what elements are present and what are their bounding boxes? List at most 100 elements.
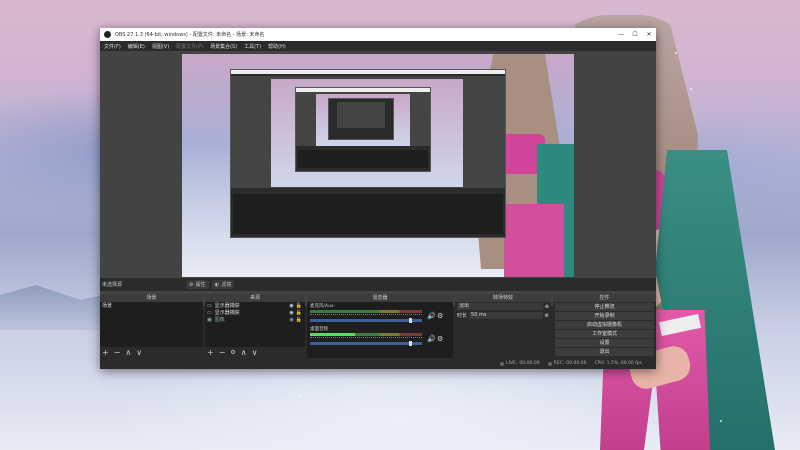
audio-mixer-dock: 混音器 麦克风/Aux 🔊 ⚙ 桌面音频 🔊 ⚙ xyxy=(307,294,453,358)
exit-button[interactable]: 退出 xyxy=(555,348,654,356)
window-title: OBS 27.1.3 (64-bit, windows) - 配置文件: 未命名… xyxy=(115,32,265,38)
gear-icon[interactable]: ⚙ xyxy=(437,335,443,343)
transitions-dock: 转场特效 淡出 ⊕ 时长 50 ms ⚙ xyxy=(455,294,551,358)
settings-button[interactable]: 设置 xyxy=(555,339,654,347)
no-source-selected-label: 未选择源 xyxy=(102,282,123,288)
monitor-icon: ▭ xyxy=(207,309,212,316)
remove-scene-icon[interactable]: − xyxy=(114,348,121,357)
sources-dock-title: 来源 xyxy=(205,294,305,302)
volume-meter xyxy=(310,333,422,336)
duration-row: 时长 50 ms ⚙ xyxy=(455,311,551,320)
menu-edit[interactable]: 编辑(E) xyxy=(128,43,145,50)
gear-icon[interactable]: ⚙ xyxy=(437,312,443,320)
filter-icon: ◐ xyxy=(215,281,220,288)
source-item[interactable]: ▣ 图像 ◉ 🔓 xyxy=(205,316,305,324)
source-toolbar: 未选择源 ⚙ 属性 ◐ 滤镜 xyxy=(100,278,656,291)
gear-icon: ⚙ xyxy=(189,281,194,288)
lock-icon[interactable]: 🔓 xyxy=(296,310,302,316)
duration-input[interactable]: 50 ms xyxy=(469,312,543,319)
nested-obs-window-2 xyxy=(295,87,431,172)
track-name: 桌面音频 xyxy=(310,327,328,332)
menu-view[interactable]: 视图(V) xyxy=(152,43,169,50)
speaker-icon[interactable]: 🔊 xyxy=(427,335,436,343)
stop-streaming-button[interactable]: 停止推流 xyxy=(555,303,654,311)
scenes-dock-title: 场景 xyxy=(100,294,203,302)
sources-list[interactable]: ▭ 显示器捕获 ◉ 🔓 ▭ 显示器捕获 ◉ 🔓 ▣ 图像 ◉ 🔓 xyxy=(205,302,305,347)
scenes-dock: 场景 场景 + − ∧ ∨ xyxy=(100,294,203,358)
meter-ticks xyxy=(310,337,422,341)
sparkle xyxy=(675,52,677,54)
rec-time: 00:00:00 xyxy=(566,361,587,366)
menu-help[interactable]: 帮助(H) xyxy=(268,43,286,50)
status-bar: LIVE: 00:00:00 REC: 00:00:00 CPU: 1.5%, … xyxy=(100,358,656,369)
move-down-icon[interactable]: ∨ xyxy=(136,348,142,357)
speaker-icon[interactable]: 🔊 xyxy=(427,312,436,320)
eye-icon[interactable]: ◉ xyxy=(289,303,293,309)
plus-icon[interactable]: ⊕ xyxy=(545,304,549,310)
add-scene-icon[interactable]: + xyxy=(102,348,109,357)
nested-docks xyxy=(233,194,503,234)
close-button[interactable]: ✕ xyxy=(642,31,656,38)
obs-window: OBS 27.1.3 (64-bit, windows) - 配置文件: 未命名… xyxy=(100,28,656,369)
slider-handle[interactable] xyxy=(409,341,412,346)
preview-area xyxy=(100,51,656,306)
nested-docks-2 xyxy=(298,150,428,168)
start-recording-button[interactable]: 开始录制 xyxy=(555,312,654,320)
menu-scene-collection[interactable]: 场景集合(S) xyxy=(210,43,237,50)
lock-icon[interactable]: 🔓 xyxy=(296,317,302,323)
volume-slider[interactable] xyxy=(310,318,422,323)
eye-icon[interactable]: ◉ xyxy=(289,317,293,323)
nested-preview-canvas-2 xyxy=(316,94,410,146)
move-up-icon[interactable]: ∧ xyxy=(125,348,131,357)
menu-bar: 文件(F) 编辑(E) 视图(V) 配置文件(P) 场景集合(S) 工具(T) … xyxy=(100,41,656,51)
move-down-icon[interactable]: ∨ xyxy=(252,348,258,357)
controls-dock: 控件 停止推流 开始录制 启动虚拟摄像机 工作室模式 设置 退出 xyxy=(553,294,656,358)
mixer-track: 桌面音频 🔊 ⚙ xyxy=(310,326,450,346)
scene-item[interactable]: 场景 xyxy=(100,302,203,309)
nested-preview-area-3 xyxy=(337,102,385,128)
gear-icon[interactable]: ⚙ xyxy=(230,348,235,357)
menu-profile[interactable]: 配置文件(P) xyxy=(176,43,203,50)
scenes-list[interactable]: 场景 xyxy=(100,302,203,347)
transitions-title: 转场特效 xyxy=(455,294,551,302)
image-icon: ▣ xyxy=(207,316,212,323)
source-item-label: 显示器捕获 xyxy=(214,310,240,316)
title-bar[interactable]: OBS 27.1.3 (64-bit, windows) - 配置文件: 未命名… xyxy=(100,28,656,41)
filters-button[interactable]: ◐ 滤镜 xyxy=(212,280,235,289)
controls-title: 控件 xyxy=(553,294,656,302)
rec-label: REC: xyxy=(553,361,565,366)
lock-icon[interactable]: 🔓 xyxy=(296,303,302,309)
scenes-toolbar: + − ∧ ∨ xyxy=(102,348,142,357)
gear-icon[interactable]: ⚙ xyxy=(545,313,549,319)
nested-obs-window xyxy=(230,69,506,238)
cpu-status: CPU: 1.5%, 60.00 fps xyxy=(595,361,643,366)
slider-handle[interactable] xyxy=(409,318,412,323)
remove-source-icon[interactable]: − xyxy=(219,348,226,357)
meter-ticks xyxy=(310,314,422,318)
minimize-button[interactable]: — xyxy=(614,31,628,38)
studio-mode-button[interactable]: 工作室模式 xyxy=(555,330,654,338)
eye-icon[interactable]: ◉ xyxy=(289,310,293,316)
source-item-label: 图像 xyxy=(214,317,225,323)
sources-toolbar: + − ⚙ ∧ ∨ xyxy=(207,348,258,357)
nested-title-bar xyxy=(231,70,505,74)
maximize-button[interactable]: ☐ xyxy=(628,31,642,38)
cpu-fps-readout: CPU: 1.5%, 60.00 fps xyxy=(594,361,643,366)
preview-canvas[interactable] xyxy=(182,54,574,277)
start-virtual-camera-button[interactable]: 启动虚拟摄像机 xyxy=(555,321,654,329)
add-source-icon[interactable]: + xyxy=(207,348,214,357)
live-time: 00:00:00 xyxy=(519,361,540,366)
transition-select[interactable]: 淡出 xyxy=(457,303,543,310)
menu-file[interactable]: 文件(F) xyxy=(104,43,121,50)
source-item[interactable]: ▭ 显示器捕获 ◉ 🔓 xyxy=(205,309,305,317)
nested-preview-area xyxy=(231,76,505,188)
volume-slider[interactable] xyxy=(310,341,422,346)
source-item[interactable]: ▭ 显示器捕获 ◉ 🔓 xyxy=(205,302,305,310)
monitor-icon: ▭ xyxy=(207,302,212,309)
scene-item-label: 场景 xyxy=(102,303,113,309)
audio-mixer-body: 麦克风/Aux 🔊 ⚙ 桌面音频 🔊 ⚙ xyxy=(307,302,453,358)
move-up-icon[interactable]: ∧ xyxy=(241,348,247,357)
properties-button[interactable]: ⚙ 属性 xyxy=(186,280,209,289)
live-label: LIVE: xyxy=(506,361,518,366)
menu-tools[interactable]: 工具(T) xyxy=(244,43,261,50)
